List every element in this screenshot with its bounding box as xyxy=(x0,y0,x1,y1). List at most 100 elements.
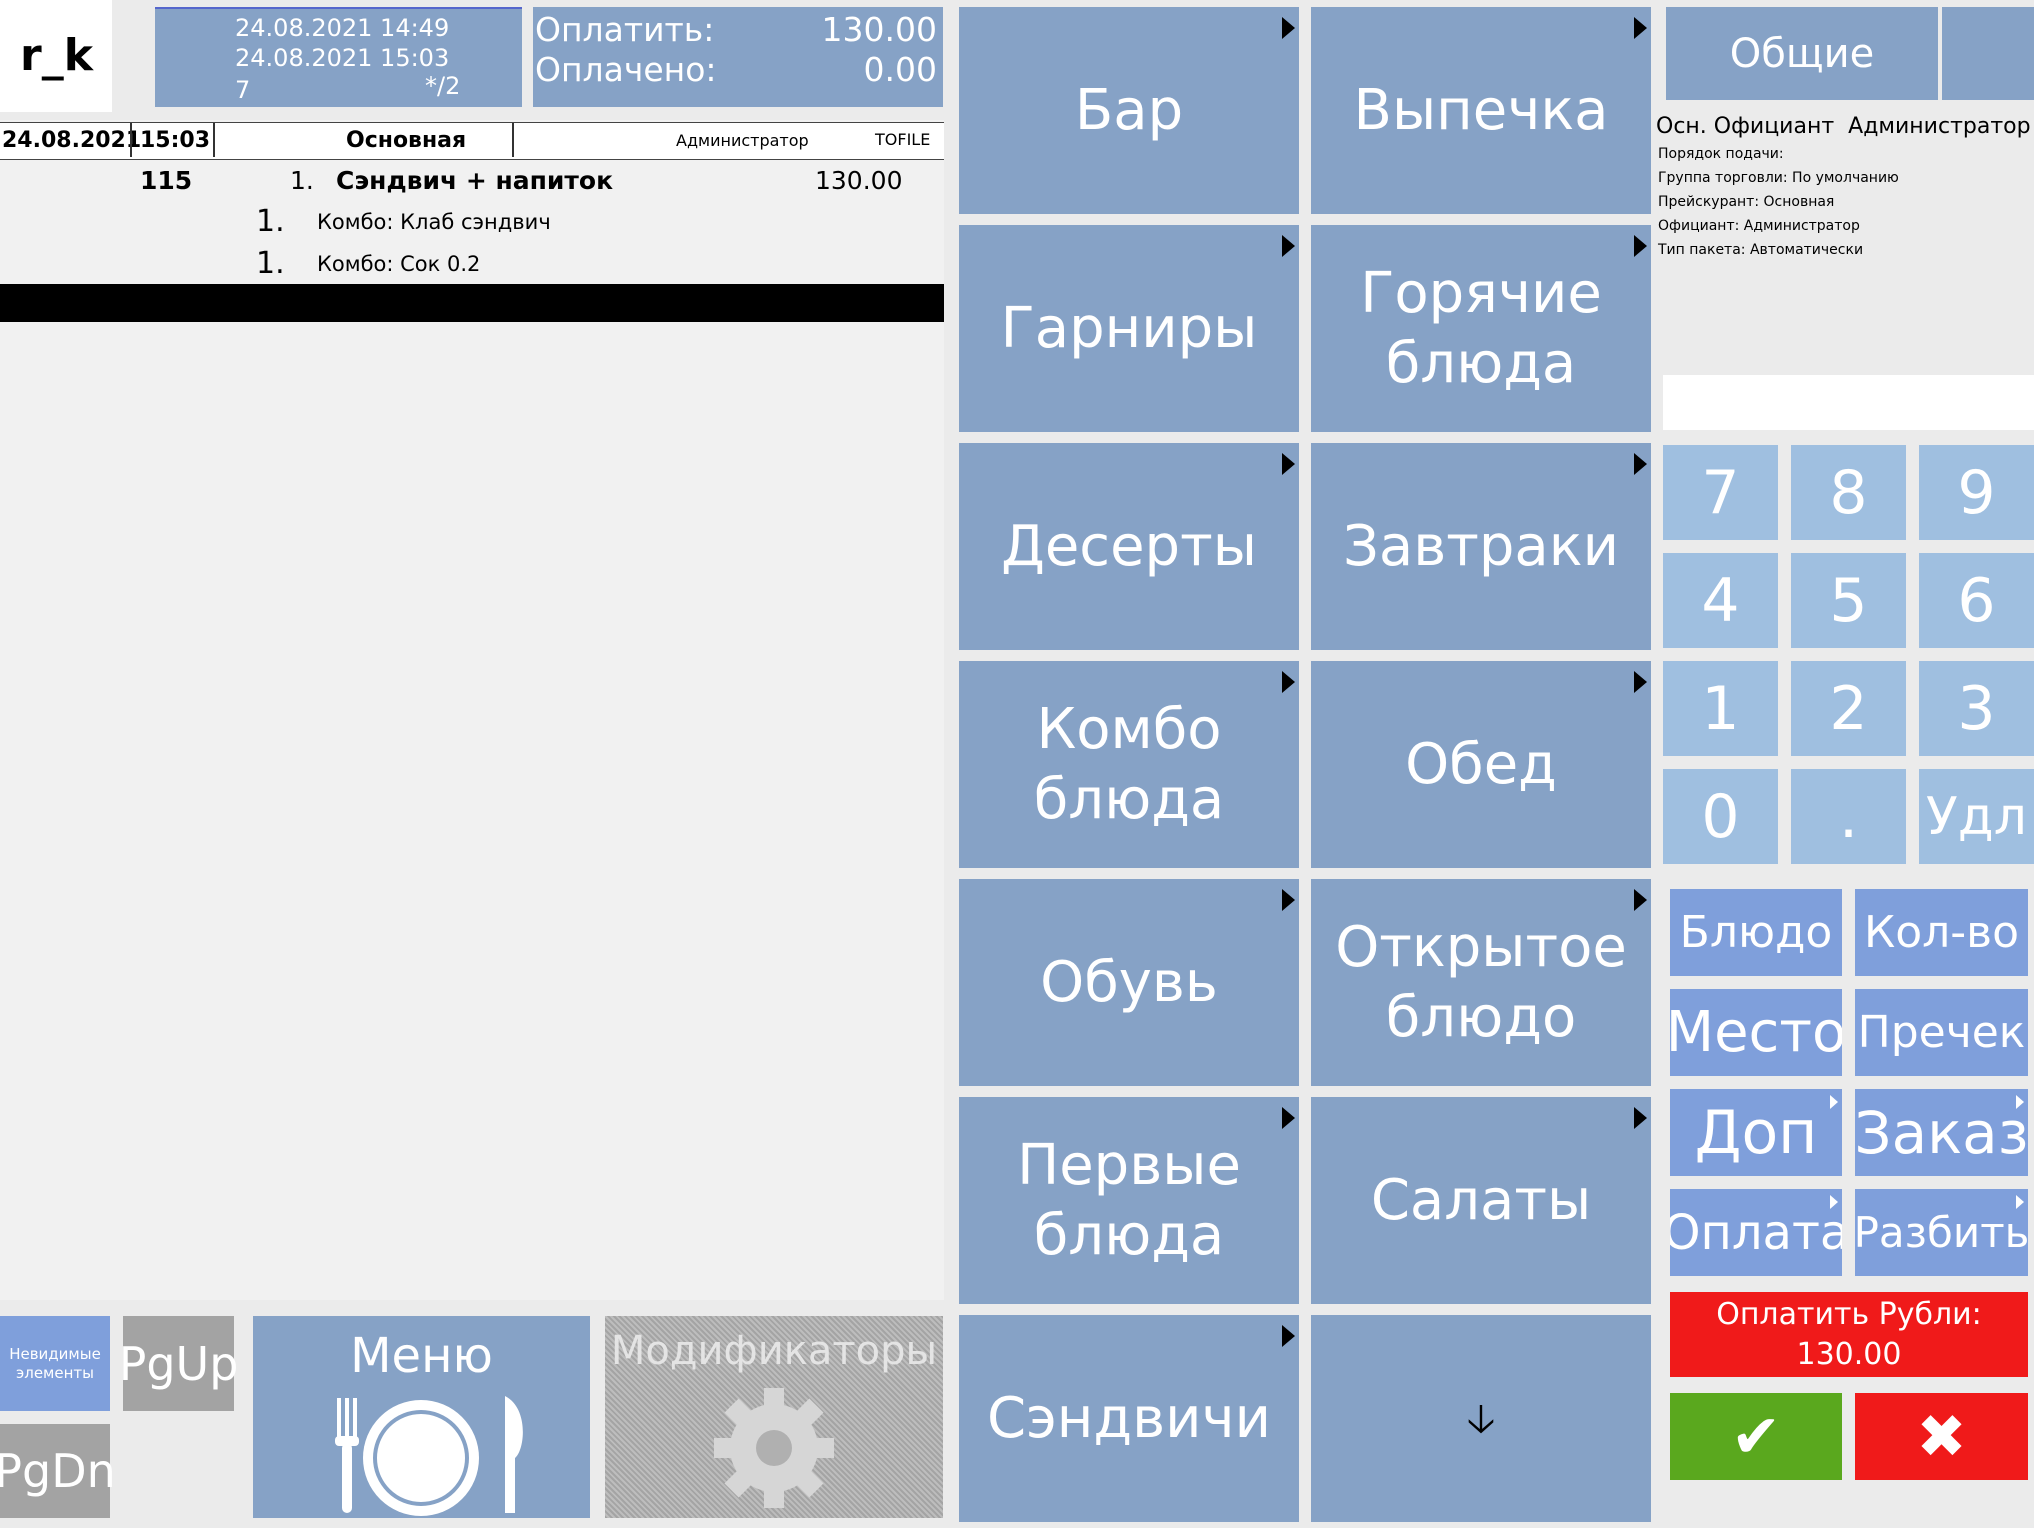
category-бар[interactable]: Бар xyxy=(959,7,1299,214)
modifiers-label: Модификаторы xyxy=(610,1328,938,1374)
info-line: Группа торговли: По умолчанию xyxy=(1658,170,1899,186)
key-label: 1 xyxy=(1701,673,1740,744)
category-десерты[interactable]: Десерты xyxy=(959,443,1299,650)
modifier-row[interactable]: 1. Комбо: Клаб сэндвич xyxy=(0,204,944,246)
paid-label: Оплачено: xyxy=(535,50,717,89)
category-label: Обувь xyxy=(1040,949,1218,1015)
info-line: Прейскурант: Основная xyxy=(1658,194,1835,210)
submenu-arrow-icon xyxy=(1830,1095,1838,1109)
item-qty: 1. xyxy=(290,166,314,195)
logo-text: r_k xyxy=(20,30,93,81)
category-первые-блюда[interactable]: Первые блюда xyxy=(959,1097,1299,1304)
category-обувь[interactable]: Обувь xyxy=(959,879,1299,1086)
info-title: Осн. Официант Администратор xyxy=(1656,114,2031,139)
numeric-input[interactable] xyxy=(1663,375,2034,430)
category-label: Бар xyxy=(1074,77,1184,143)
modifiers-button[interactable]: Модификаторы xyxy=(605,1316,943,1518)
key-1[interactable]: 1 xyxy=(1663,661,1778,756)
category-label: Первые блюда xyxy=(1017,1132,1241,1268)
order-button[interactable]: Заказ xyxy=(1855,1089,2028,1176)
category-салаты[interactable]: Салаты xyxy=(1311,1097,1651,1304)
selection-cursor-row[interactable] xyxy=(0,284,944,322)
category-выпечка[interactable]: Выпечка xyxy=(1311,7,1651,214)
to-pay-label: Оплатить: xyxy=(535,10,715,49)
key-delete[interactable]: Удл xyxy=(1919,769,2034,864)
key-label: Удл xyxy=(1926,786,2027,847)
submenu-arrow-icon xyxy=(1282,235,1295,257)
submenu-arrow-icon xyxy=(1282,1107,1295,1129)
action-label: Место xyxy=(1670,1000,1842,1065)
gear-icon xyxy=(714,1388,834,1508)
key-label: . xyxy=(1838,781,1859,852)
to-pay-value: 130.00 xyxy=(821,10,937,49)
pay-label: Оплатить Рубли: xyxy=(1716,1297,1982,1332)
key-9[interactable]: 9 xyxy=(1919,445,2034,540)
key-dot[interactable]: . xyxy=(1791,769,1906,864)
key-label: 0 xyxy=(1701,781,1740,852)
pgup-button[interactable]: PgUp xyxy=(119,1316,238,1411)
split-button[interactable]: Разбить xyxy=(1855,1189,2028,1276)
order-header-row: 24.08.2021 15:03 Основная Администратор … xyxy=(0,122,944,160)
action-label: Заказ xyxy=(1855,1098,2028,1167)
submenu-arrow-icon xyxy=(2016,1195,2024,1209)
submenu-arrow-icon xyxy=(1282,671,1295,693)
submenu-arrow-icon xyxy=(1634,671,1647,693)
category-scroll-down[interactable]: 🡣 xyxy=(1311,1315,1651,1522)
action-label: Кол-во xyxy=(1863,907,2019,958)
category-обед[interactable]: Обед xyxy=(1311,661,1651,868)
payment-button[interactable]: Оплата xyxy=(1670,1189,1842,1276)
totals-panel: Оплатить: 130.00 Оплачено: 0.00 xyxy=(533,7,943,107)
menu-button[interactable]: Меню xyxy=(253,1316,590,1518)
quantity-button[interactable]: Кол-во xyxy=(1855,889,2028,976)
category-открытое-блюдо[interactable]: Открытое блюдо xyxy=(1311,879,1651,1086)
modifier-name: Комбо: Клаб сэндвич xyxy=(317,210,551,234)
category-завтраки[interactable]: Завтраки xyxy=(1311,443,1651,650)
category-label: Салаты xyxy=(1370,1167,1592,1233)
category-горячие-блюда[interactable]: Горячие блюда xyxy=(1311,225,1651,432)
tab-extra[interactable] xyxy=(1942,7,2034,100)
pgdn-button[interactable]: PgDn xyxy=(0,1424,116,1518)
hidden-items-button[interactable]: Невидимые элементы xyxy=(0,1316,110,1411)
current-time: 24.08.2021 15:03 xyxy=(235,44,450,72)
category-label: Сэндвичи xyxy=(986,1385,1272,1451)
order-item-row[interactable]: 115 1. Сэндвич + напиток 130.00 xyxy=(0,160,944,202)
key-5[interactable]: 5 xyxy=(1791,553,1906,648)
category-сэндвичи[interactable]: Сэндвичи xyxy=(959,1315,1299,1522)
key-7[interactable]: 7 xyxy=(1663,445,1778,540)
action-label: Блюдо xyxy=(1679,907,1833,958)
order-list[interactable]: 24.08.2021 15:03 Основная Администратор … xyxy=(0,120,944,1300)
key-8[interactable]: 8 xyxy=(1791,445,1906,540)
confirm-button[interactable]: ✔ xyxy=(1670,1393,1842,1480)
key-4[interactable]: 4 xyxy=(1663,553,1778,648)
order-info-panel[interactable]: 24.08.2021 14:49 24.08.2021 15:03 7 */2 xyxy=(155,7,522,107)
action-label: Разбить xyxy=(1855,1208,2028,1257)
modifier-name: Комбо: Сок 0.2 xyxy=(317,252,481,276)
key-2[interactable]: 2 xyxy=(1791,661,1906,756)
category-label: Обед xyxy=(1405,731,1557,797)
order-time: 15:03 xyxy=(140,128,211,153)
seat-button[interactable]: Место xyxy=(1670,989,1842,1076)
order-date: 24.08.2021 xyxy=(2,128,142,153)
key-3[interactable]: 3 xyxy=(1919,661,2034,756)
action-label: Оплата xyxy=(1670,1204,1842,1261)
cancel-button[interactable]: ✖ xyxy=(1855,1393,2028,1480)
key-label: 9 xyxy=(1957,457,1996,528)
key-0[interactable]: 0 xyxy=(1663,769,1778,864)
category-гарниры[interactable]: Гарниры xyxy=(959,225,1299,432)
dish-button[interactable]: Блюдо xyxy=(1670,889,1842,976)
close-icon: ✖ xyxy=(1916,1401,1967,1472)
key-6[interactable]: 6 xyxy=(1919,553,2034,648)
submenu-arrow-icon xyxy=(1634,1107,1647,1129)
modifier-row[interactable]: 1. Комбо: Сок 0.2 xyxy=(0,246,944,288)
pay-rubles-button[interactable]: Оплатить Рубли: 130.00 xyxy=(1670,1292,2028,1377)
submenu-arrow-icon xyxy=(1282,17,1295,39)
tab-general[interactable]: Общие xyxy=(1666,7,1938,100)
precheck-button[interactable]: Пречек xyxy=(1855,989,2028,1076)
key-label: 5 xyxy=(1829,565,1868,636)
opened-time: 24.08.2021 14:49 xyxy=(235,14,450,42)
extra-button[interactable]: Доп xyxy=(1670,1089,1842,1176)
action-label: Доп xyxy=(1694,1097,1818,1168)
guest-count: */2 xyxy=(425,72,461,100)
category-комбо-блюда[interactable]: Комбо блюда xyxy=(959,661,1299,868)
submenu-arrow-icon xyxy=(1282,889,1295,911)
